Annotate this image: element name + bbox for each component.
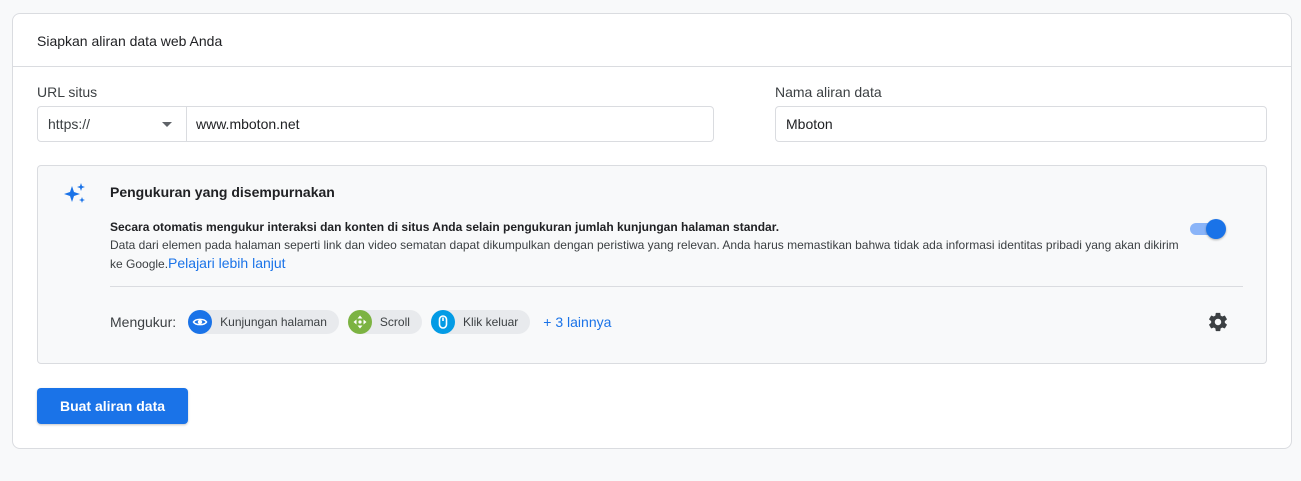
chip-page-views: Kunjungan halaman xyxy=(188,310,339,334)
toggle-thumb xyxy=(1206,219,1226,239)
scroll-icon xyxy=(347,310,372,334)
chip-label: Scroll xyxy=(379,315,410,329)
chip-scroll: Scroll xyxy=(347,310,422,334)
chip-label: Klik keluar xyxy=(462,315,519,329)
enhanced-measurement-description: Secara otomatis mengukur interaksi dan k… xyxy=(110,218,1180,273)
enhanced-measurement-toggle[interactable] xyxy=(1190,219,1226,239)
divider xyxy=(110,286,1243,287)
chip-label: Kunjungan halaman xyxy=(220,315,327,329)
website-url-input[interactable] xyxy=(187,107,713,141)
enhanced-measurement-title: Pengukuran yang disempurnakan xyxy=(110,184,335,200)
chevron-down-icon xyxy=(162,122,172,127)
url-input-group: https:// xyxy=(37,106,714,142)
learn-more-link[interactable]: Pelajari lebih lanjut xyxy=(168,255,286,271)
chip-outbound-clicks: Klik keluar xyxy=(430,310,531,334)
stream-name-input[interactable] xyxy=(775,106,1267,142)
measure-label: Mengukur: xyxy=(110,314,177,330)
mouse-icon xyxy=(430,310,455,334)
url-field-label: URL situs xyxy=(37,84,98,100)
card-title: Siapkan aliran data web Anda xyxy=(13,14,1291,67)
sparkle-icon xyxy=(64,183,85,203)
gear-icon[interactable] xyxy=(1207,311,1229,333)
more-events-link[interactable]: + 3 lainnya xyxy=(543,314,611,330)
eye-icon xyxy=(188,310,213,334)
stream-name-label: Nama aliran data xyxy=(775,84,882,100)
protocol-value: https:// xyxy=(48,116,91,132)
description-bold: Secara otomatis mengukur interaksi dan k… xyxy=(110,220,780,234)
create-stream-button[interactable]: Buat aliran data xyxy=(37,388,188,424)
enhanced-measurement-panel: Pengukuran yang disempurnakan Secara oto… xyxy=(37,165,1267,364)
measurement-row: Mengukur: Kunjungan halaman Scroll Klik … xyxy=(110,310,611,334)
protocol-select[interactable]: https:// xyxy=(38,107,187,141)
web-stream-setup-card: Siapkan aliran data web Anda URL situs h… xyxy=(12,13,1292,449)
